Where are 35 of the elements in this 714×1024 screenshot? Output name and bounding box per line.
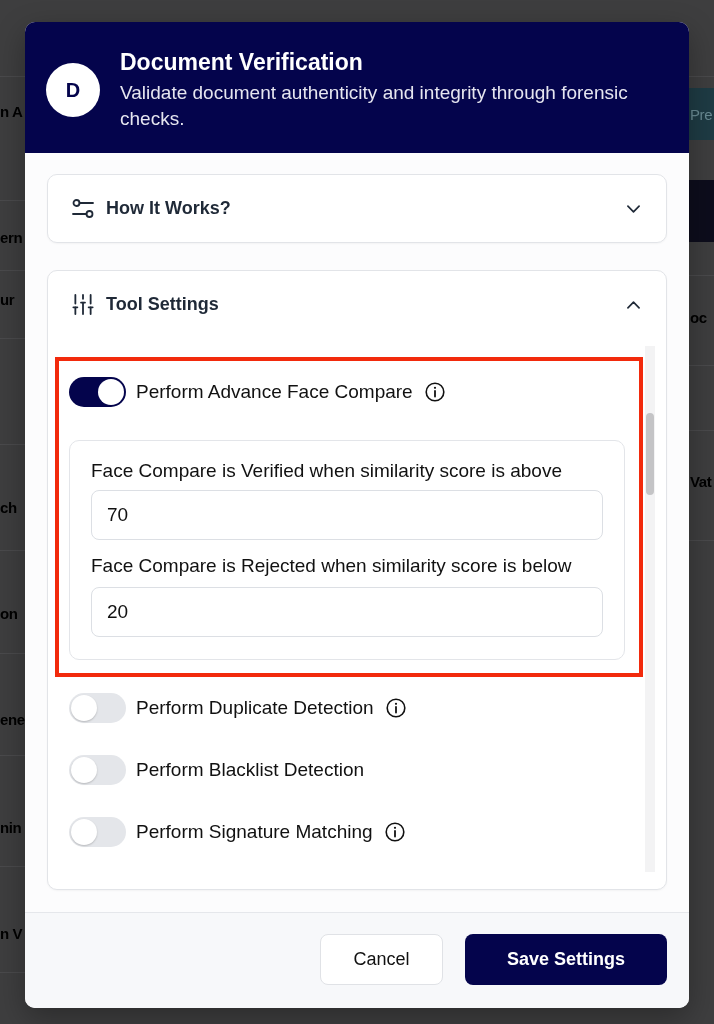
info-icon[interactable]: [385, 698, 406, 718]
avatar: D: [46, 63, 100, 117]
accordion-header[interactable]: How It Works?: [48, 175, 666, 242]
horizontal-sliders-icon: [72, 198, 94, 219]
scrollbar-thumb[interactable]: [646, 413, 654, 495]
toggle-switch[interactable]: [69, 377, 126, 407]
toggle-switch[interactable]: [69, 755, 126, 785]
background-text: ch: [0, 499, 17, 517]
info-icon[interactable]: [424, 382, 445, 402]
info-icon[interactable]: [384, 822, 405, 842]
input-field[interactable]: 20: [91, 587, 603, 637]
toggle-switch[interactable]: [69, 817, 126, 847]
input-field[interactable]: 70: [91, 490, 603, 540]
background-text: Vat: [689, 473, 712, 491]
background-text: nin: [0, 819, 22, 837]
background-text: n A: [0, 103, 23, 121]
option-label: Perform Advance Face Compare: [136, 381, 413, 403]
save-button[interactable]: Save Settings: [465, 934, 667, 985]
background-text: oc: [689, 309, 707, 327]
dialog-subtitle: Validate document authenticity and integrity through forensic checks.: [120, 81, 629, 131]
background-text: on: [0, 605, 18, 623]
field-label: Face Compare is Verified when similarity score is above: [91, 460, 563, 482]
option-label: Perform Blacklist Detection: [136, 759, 365, 781]
option-label: Perform Signature Matching: [136, 821, 373, 843]
background-text: ene: [0, 711, 25, 729]
option-label: Perform Duplicate Detection: [136, 697, 374, 719]
cancel-button[interactable]: Cancel: [320, 934, 443, 985]
dialog-title: Document Verification: [120, 48, 364, 76]
background-text: ern: [0, 229, 23, 247]
background-text: ur: [0, 291, 15, 309]
vertical-sliders-icon: [72, 294, 94, 315]
field-label: Face Compare is Rejected when similarity score is below: [91, 555, 573, 577]
toggle-switch[interactable]: [69, 693, 126, 723]
background-text: n V: [0, 925, 23, 943]
accordion-header[interactable]: Tool Settings: [48, 271, 666, 338]
